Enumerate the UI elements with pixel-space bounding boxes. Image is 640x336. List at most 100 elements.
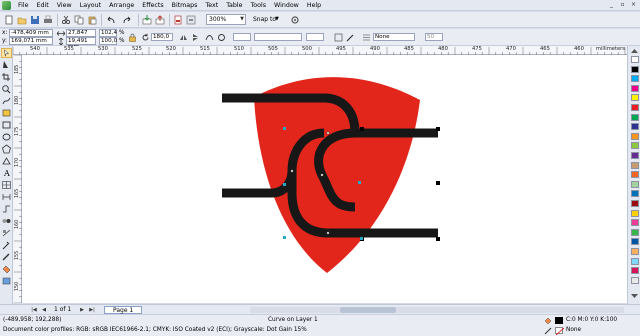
ellipse-tool-icon[interactable] bbox=[1, 132, 12, 142]
cut-icon[interactable] bbox=[61, 15, 71, 25]
rotation-angle-field[interactable]: 180,0 bbox=[151, 33, 173, 41]
color-swatch[interactable] bbox=[631, 123, 639, 131]
menu-text[interactable]: Text bbox=[201, 1, 222, 11]
zoom-level-dropdown[interactable]: 300% ▼ bbox=[206, 14, 246, 25]
close-curve-icon[interactable] bbox=[217, 33, 226, 42]
snap-to-dropdown[interactable]: Snap to bbox=[253, 15, 276, 24]
color-swatch[interactable] bbox=[631, 228, 639, 236]
scale-y-field[interactable]: 100,0 bbox=[99, 37, 117, 45]
width-field[interactable]: 27,847 mm bbox=[66, 29, 96, 42]
curve-node[interactable] bbox=[283, 236, 286, 239]
menu-effects[interactable]: Effects bbox=[138, 1, 167, 11]
zoom-tool-icon[interactable] bbox=[1, 84, 12, 94]
selection-handle[interactable] bbox=[436, 181, 440, 185]
last-page-icon[interactable]: ▶| bbox=[88, 307, 96, 314]
palette-scroll-down-icon[interactable] bbox=[630, 293, 639, 299]
selection-handle[interactable] bbox=[436, 127, 440, 131]
color-swatch[interactable] bbox=[631, 152, 639, 159]
color-profiles-info[interactable]: Document color profiles: RGB: sRGB IEC61… bbox=[3, 327, 307, 334]
color-swatch[interactable] bbox=[631, 142, 639, 150]
export-icon[interactable] bbox=[155, 15, 165, 25]
drawing-canvas[interactable] bbox=[22, 55, 627, 303]
menu-arrange[interactable]: Arrange bbox=[105, 1, 138, 11]
smart-fill-tool-icon[interactable] bbox=[1, 108, 12, 118]
shape-tool-icon[interactable] bbox=[1, 60, 12, 70]
horizontal-ruler[interactable]: 540 535 530 525 520 515 510 505 500 495 … bbox=[13, 46, 627, 55]
minimize-button[interactable]: _ bbox=[607, 1, 616, 9]
first-page-icon[interactable]: |◀ bbox=[30, 307, 38, 314]
curve-node[interactable] bbox=[360, 237, 363, 240]
mirror-vertical-icon[interactable] bbox=[191, 33, 200, 42]
color-swatch[interactable] bbox=[631, 219, 639, 227]
end-arrowhead-selector[interactable] bbox=[306, 33, 324, 41]
polygon-tool-icon[interactable] bbox=[1, 144, 12, 154]
height-field[interactable]: 19,491 mm bbox=[66, 37, 96, 50]
color-swatch[interactable] bbox=[631, 276, 639, 284]
freehand-tool-icon[interactable] bbox=[1, 96, 12, 106]
text-tool-icon[interactable]: A bbox=[1, 168, 12, 178]
new-document-icon[interactable] bbox=[4, 15, 14, 25]
import-icon[interactable] bbox=[142, 15, 152, 25]
application-launcher-icon[interactable] bbox=[186, 15, 196, 25]
table-tool-icon[interactable] bbox=[1, 180, 12, 190]
path-node-marker[interactable] bbox=[290, 169, 294, 173]
fill-color-swatch[interactable] bbox=[555, 317, 563, 324]
print-icon[interactable] bbox=[43, 15, 53, 25]
publish-pdf-icon[interactable] bbox=[173, 15, 183, 25]
color-swatch[interactable] bbox=[631, 132, 639, 140]
menu-layout[interactable]: Layout bbox=[76, 1, 105, 11]
pick-tool-icon[interactable] bbox=[1, 48, 12, 58]
curve-node[interactable] bbox=[283, 127, 286, 130]
mirror-horizontal-icon[interactable] bbox=[179, 33, 188, 42]
page-tab[interactable]: Page 1 bbox=[104, 306, 143, 314]
menu-bitmaps[interactable]: Bitmaps bbox=[168, 1, 202, 11]
color-swatch[interactable] bbox=[631, 84, 639, 92]
color-swatch[interactable] bbox=[631, 267, 639, 275]
color-swatch[interactable] bbox=[631, 56, 639, 63]
save-icon[interactable] bbox=[30, 15, 40, 25]
color-swatch[interactable] bbox=[631, 113, 639, 121]
menu-table[interactable]: Table bbox=[222, 1, 246, 11]
vertical-ruler[interactable]: 185 180 175 170 165 160 155 150 bbox=[13, 55, 22, 303]
color-swatch[interactable] bbox=[631, 209, 639, 217]
redo-icon[interactable] bbox=[122, 15, 132, 25]
menu-help[interactable]: Help bbox=[303, 1, 325, 11]
scale-x-field[interactable]: 102,4 bbox=[99, 29, 117, 37]
y-position-field[interactable]: 169,071 mm bbox=[9, 37, 53, 45]
outline-tool-icon[interactable] bbox=[1, 252, 12, 262]
path-node-marker[interactable] bbox=[320, 173, 324, 177]
color-swatch[interactable] bbox=[631, 65, 639, 73]
color-swatch[interactable] bbox=[631, 190, 639, 198]
x-position-field[interactable]: -478,409 mm bbox=[9, 29, 53, 37]
close-button[interactable]: × bbox=[629, 1, 638, 9]
outline-width-dropdown[interactable]: None bbox=[373, 33, 415, 41]
menu-tools[interactable]: Tools bbox=[246, 1, 270, 11]
color-swatch[interactable] bbox=[631, 257, 639, 265]
color-swatch[interactable] bbox=[631, 180, 639, 188]
basic-shapes-tool-icon[interactable] bbox=[1, 156, 12, 166]
paste-icon[interactable] bbox=[87, 15, 97, 25]
color-swatch[interactable] bbox=[631, 238, 639, 246]
outline-color-swatch[interactable] bbox=[555, 327, 565, 336]
next-page-icon[interactable]: ▶ bbox=[78, 307, 86, 314]
line-style-selector[interactable] bbox=[254, 33, 302, 41]
smoothing-field[interactable]: 50 bbox=[425, 33, 443, 41]
color-swatch[interactable] bbox=[631, 94, 639, 102]
eyedropper-tool-icon[interactable] bbox=[1, 240, 12, 250]
open-folder-icon[interactable] bbox=[17, 15, 27, 25]
selection-handle[interactable] bbox=[436, 237, 440, 241]
palette-scroll-up-icon[interactable] bbox=[630, 48, 639, 54]
scrollbar-thumb[interactable] bbox=[340, 307, 396, 313]
color-swatch[interactable] bbox=[631, 104, 639, 111]
path-node-marker[interactable] bbox=[326, 231, 330, 235]
curve-node[interactable] bbox=[283, 183, 286, 186]
menu-window[interactable]: Window bbox=[270, 1, 303, 11]
selection-handle[interactable] bbox=[360, 127, 364, 131]
horizontal-scrollbar[interactable] bbox=[250, 307, 624, 313]
color-swatch[interactable] bbox=[631, 171, 639, 179]
start-arrowhead-selector[interactable] bbox=[233, 33, 251, 41]
menu-edit[interactable]: Edit bbox=[33, 1, 53, 11]
wrap-text-icon[interactable] bbox=[334, 33, 343, 42]
transparency-tool-icon[interactable] bbox=[1, 228, 12, 238]
fill-tool-icon[interactable] bbox=[1, 264, 12, 274]
